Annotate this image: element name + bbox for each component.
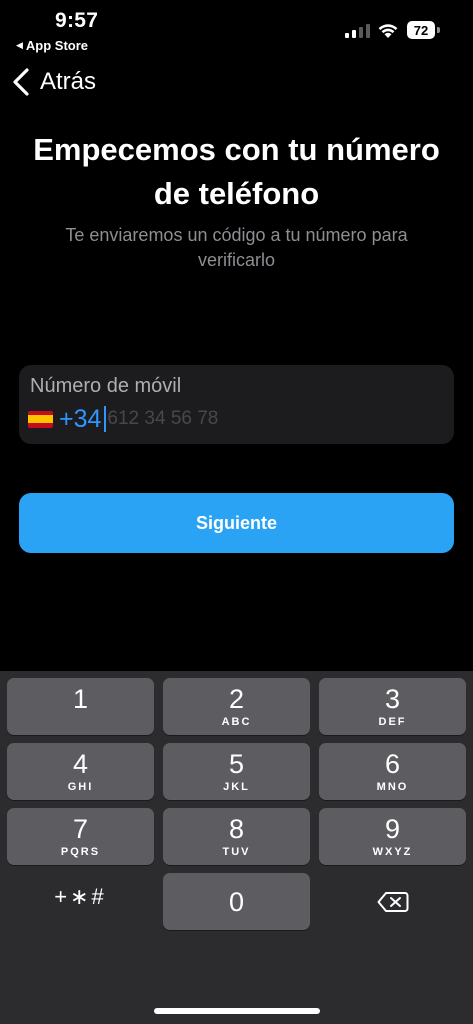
- key-3[interactable]: 3 DEF: [319, 678, 466, 735]
- key-letters: PQRS: [60, 846, 101, 858]
- key-digit: 2: [228, 684, 245, 714]
- key-5[interactable]: 5 JKL: [163, 743, 310, 800]
- key-digit: 1: [72, 684, 89, 714]
- key-symbols[interactable]: +∗#: [7, 868, 154, 925]
- battery-tip: [437, 27, 440, 33]
- back-to-app-link[interactable]: ◀ App Store: [16, 38, 88, 53]
- key-letters: JKL: [223, 781, 250, 793]
- backspace-icon: [377, 891, 408, 912]
- key-7[interactable]: 7 PQRS: [7, 808, 154, 865]
- key-9[interactable]: 9 WXYZ: [319, 808, 466, 865]
- key-digit: 5: [228, 749, 245, 779]
- key-letters: TUV: [222, 846, 251, 858]
- key-digit: 3: [384, 684, 401, 714]
- status-time: 9:57: [55, 9, 99, 32]
- key-letters: WXYZ: [372, 846, 413, 858]
- wifi-icon: [378, 24, 398, 38]
- phone-input-row[interactable]: +34 612 34 56 78: [28, 403, 218, 435]
- subtitle-line-2: verificarlo: [197, 250, 276, 270]
- spain-flag-icon[interactable]: [28, 410, 53, 428]
- country-dial-code[interactable]: +34: [59, 405, 101, 434]
- key-2[interactable]: 2 ABC: [163, 678, 310, 735]
- key-4[interactable]: 4 GHI: [7, 743, 154, 800]
- battery-indicator: 72: [407, 21, 441, 39]
- next-button[interactable]: Siguiente: [19, 493, 454, 553]
- home-indicator[interactable]: [154, 1008, 320, 1014]
- key-digit: 0: [228, 886, 245, 917]
- cellular-signal-icon: [345, 24, 370, 38]
- phone-number-input[interactable]: 612 34 56 78: [107, 408, 218, 430]
- delete-key[interactable]: [319, 873, 466, 930]
- numeric-keypad: 1 2 ABC 3 DEF 4 GHI 5 JKL 6 MNO 7 PQRS 8…: [0, 671, 473, 1024]
- status-bar: 9:57 ◀ App Store 72: [0, 0, 473, 60]
- key-letters: GHI: [67, 781, 94, 793]
- key-1[interactable]: 1: [7, 678, 154, 735]
- back-button-label: Atrás: [40, 68, 97, 95]
- back-button[interactable]: Atrás: [10, 64, 96, 100]
- key-6[interactable]: 6 MNO: [319, 743, 466, 800]
- key-digit: 8: [228, 814, 245, 844]
- key-8[interactable]: 8 TUV: [163, 808, 310, 865]
- key-letters: ABC: [221, 716, 252, 728]
- title-line-2: de teléfono: [153, 176, 320, 211]
- symbols-label: +∗#: [54, 883, 107, 909]
- key-digit: 6: [384, 749, 401, 779]
- key-0[interactable]: 0: [163, 873, 310, 930]
- text-cursor: [104, 406, 107, 432]
- phone-field-label: Número de móvil: [30, 375, 182, 397]
- phone-number-field[interactable]: Número de móvil +34 612 34 56 78: [19, 365, 454, 444]
- key-digit: 7: [72, 814, 89, 844]
- page-subtitle: Te enviaremos un código a tu número para…: [30, 223, 443, 273]
- key-digit: 4: [72, 749, 89, 779]
- key-letters: MNO: [376, 781, 409, 793]
- title-line-1: Empecemos con tu número: [33, 132, 440, 167]
- key-letters: DEF: [378, 716, 407, 728]
- subtitle-line-1: Te enviaremos un código a tu número para: [65, 225, 408, 245]
- battery-level: 72: [407, 21, 435, 39]
- back-triangle-icon: ◀: [16, 40, 23, 50]
- key-digit: 9: [384, 814, 401, 844]
- back-app-label: App Store: [25, 38, 89, 53]
- page-title: Empecemos con tu número de teléfono: [0, 128, 473, 216]
- chevron-left-icon: [13, 68, 29, 96]
